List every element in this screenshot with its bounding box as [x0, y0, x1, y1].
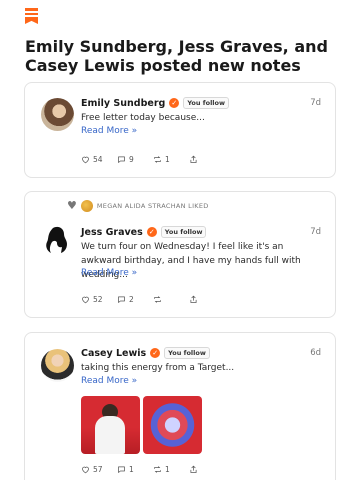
read-more-link[interactable]: Read More »: [81, 376, 137, 386]
comment-button[interactable]: 2: [117, 295, 153, 304]
restack-icon: [154, 155, 161, 163]
liked-by-label[interactable]: MEGAN ALIDA STRACHAN LIKED: [97, 202, 209, 210]
like-button[interactable]: 52: [81, 295, 117, 304]
like-button[interactable]: 54: [81, 155, 117, 164]
author-name[interactable]: Casey Lewis: [81, 348, 146, 359]
timestamp: 7d: [310, 227, 321, 237]
restack-count: 1: [165, 154, 170, 164]
heart-icon: [82, 296, 89, 303]
restack-button[interactable]: 1: [153, 465, 189, 474]
like-count: 57: [93, 464, 103, 474]
read-more-link[interactable]: Read More »: [81, 268, 137, 278]
like-button[interactable]: 57: [81, 465, 117, 474]
liked-by-row: ♥ MEGAN ALIDA STRACHAN LIKED: [67, 200, 209, 212]
share-icon: [190, 295, 197, 303]
comment-count: 2: [129, 294, 134, 304]
avatar[interactable]: [80, 200, 93, 212]
restack-icon: [154, 465, 161, 473]
attachment-image[interactable]: [143, 396, 202, 454]
page-title: Emily Sundberg, Jess Graves, and Casey L…: [25, 37, 328, 75]
note-text: Free letter today because...: [81, 113, 205, 123]
note-card[interactable]: ♥ MEGAN ALIDA STRACHAN LIKED Jess Graves…: [24, 191, 336, 318]
read-more-link[interactable]: Read More »: [81, 126, 137, 136]
restack-icon: [154, 295, 161, 303]
author-name[interactable]: Jess Graves: [81, 227, 143, 238]
verified-check-icon: ✓: [150, 348, 161, 358]
follow-status-badge[interactable]: You follow: [160, 226, 207, 238]
note-text: taking this energy from a Target...: [81, 363, 235, 373]
comment-icon: [118, 296, 125, 303]
comment-count: 1: [129, 464, 134, 474]
comment-icon: [118, 156, 125, 163]
attachment-image[interactable]: [81, 396, 140, 454]
share-button[interactable]: [189, 155, 225, 164]
note-card[interactable]: Emily Sundberg ✓ You follow 7d Free lett…: [24, 82, 336, 178]
note-card[interactable]: Casey Lewis ✓ You follow 6d taking this …: [24, 332, 336, 480]
comment-icon: [118, 466, 125, 473]
heart-icon: [82, 156, 89, 163]
restack-count: 1: [165, 464, 170, 474]
share-icon: [190, 465, 197, 473]
timestamp: 7d: [310, 98, 321, 108]
avatar[interactable]: [41, 224, 74, 257]
like-count: 54: [93, 154, 103, 164]
share-button[interactable]: [189, 295, 225, 304]
restack-button[interactable]: [153, 295, 189, 304]
author-name[interactable]: Emily Sundberg: [81, 98, 165, 109]
follow-status-badge[interactable]: You follow: [164, 347, 210, 359]
share-icon: [190, 155, 197, 163]
comment-count: 9: [129, 154, 134, 164]
restack-button[interactable]: 1: [153, 155, 189, 164]
timestamp: 6d: [310, 348, 321, 358]
heart-icon: ♥: [67, 199, 77, 212]
comment-button[interactable]: 1: [117, 465, 153, 474]
image-attachments: [81, 396, 202, 454]
heart-icon: [82, 466, 89, 473]
like-count: 52: [93, 294, 103, 304]
verified-check-icon: ✓: [146, 227, 157, 237]
comment-button[interactable]: 9: [117, 155, 153, 164]
substack-logo[interactable]: [25, 8, 38, 24]
verified-check-icon: ✓: [169, 98, 180, 108]
follow-status-badge[interactable]: You follow: [183, 97, 229, 109]
avatar[interactable]: [41, 349, 74, 382]
avatar[interactable]: [41, 98, 74, 131]
share-button[interactable]: [189, 465, 225, 474]
